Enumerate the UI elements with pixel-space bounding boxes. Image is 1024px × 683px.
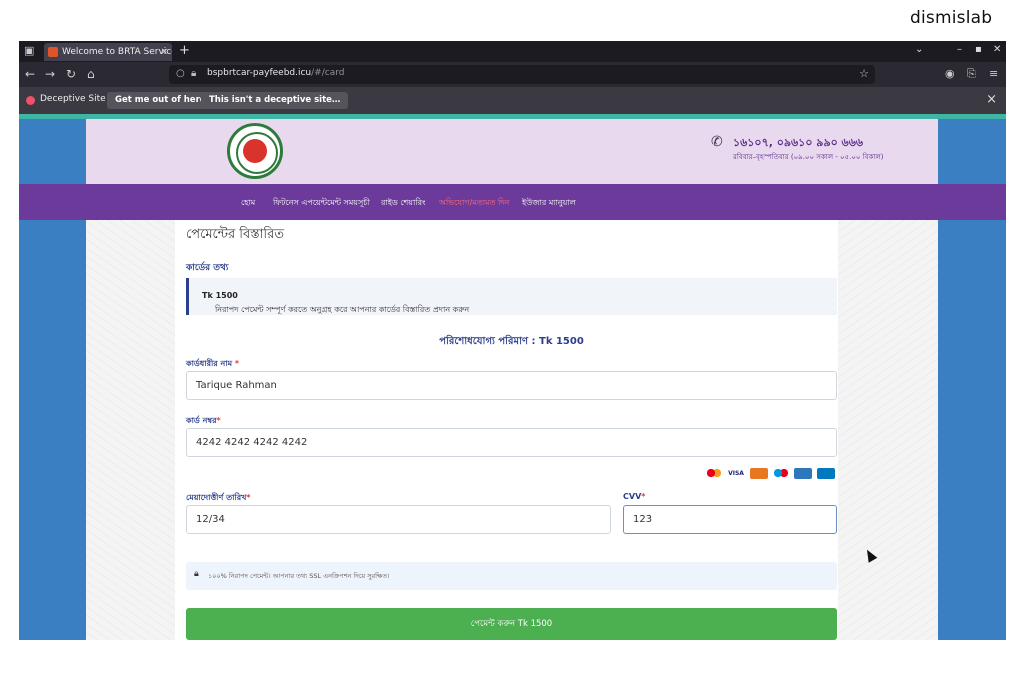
payable-amount: পরিশোধযোগ্য পরিমাণ : Tk 1500 [439, 336, 584, 347]
url-text: bspbrtcar-payfeebd.icu/#/card [207, 68, 345, 78]
close-window-icon[interactable]: ✕ [993, 44, 1001, 55]
card-number-input[interactable]: 4242 4242 4242 4242 [186, 428, 837, 457]
pay-button[interactable]: পেমেন্ট করুন Tk 1500 [186, 608, 837, 640]
back-icon[interactable]: ← [25, 67, 35, 81]
secure-payment-notice: 🔒︎ ১০০% নিরাপদ পেমেন্ট। আপনার তথ্য SSL এ… [186, 562, 837, 590]
card-number-label: কার্ড নম্বর* [186, 416, 221, 425]
maximize-icon[interactable]: ▪ [975, 44, 982, 55]
warning-icon [26, 96, 35, 105]
cvv-label: CVV* [623, 492, 646, 501]
phone-icon: ✆ [711, 134, 723, 150]
hotline-hours: রবিবার–বৃহস্পতিবার (০৯.০০ সকাল - ০৫.০০ ব… [733, 153, 884, 161]
mastercard-icon [706, 468, 722, 479]
secure-text: ১০০% নিরাপদ পেমেন্ট। আপনার তথ্য SSL এনক্… [208, 572, 390, 580]
reload-icon[interactable]: ↻ [66, 67, 76, 81]
payment-panel: পেমেন্টের বিস্তারিত কার্ডের তথ্য নিরাপদ … [175, 220, 838, 640]
minimize-icon[interactable]: – [957, 44, 962, 55]
expiry-date-input[interactable]: 12/34 [186, 505, 611, 534]
cvv-input[interactable]: 123 [623, 505, 837, 534]
web-page: ✆ ১৬১০৭, ০৯৬১০ ৯৯০ ৬৬৬ রবিবার–বৃহস্পতিবা… [19, 114, 1006, 640]
tab-close-icon[interactable]: × [160, 43, 168, 61]
menu-item-fitness-appointment[interactable]: ফিটনেস এপয়েন্টমেন্ট সময়সূচী [273, 197, 370, 210]
page-title: পেমেন্টের বিস্তারিত [186, 227, 284, 242]
lock-icon: 🔒︎ [194, 569, 199, 579]
menu-item-user-manual[interactable]: ইউজার ম্যানুয়াল [522, 197, 576, 210]
warning-close-icon[interactable]: × [986, 92, 997, 107]
diners-icon [817, 468, 835, 479]
app-menu-icon[interactable]: ≡ [989, 67, 998, 80]
alert-text: নিরাপদ পেমেন্ট সম্পূর্ণ করতে অনুগ্রহ করে… [202, 291, 470, 314]
visa-icon: VISA [728, 470, 744, 477]
forward-icon[interactable]: → [45, 67, 55, 81]
browser-tab[interactable]: Welcome to BRTA Service × [44, 43, 172, 61]
not-deceptive-button[interactable]: This isn't a deceptive site… [201, 92, 349, 109]
menu-item-complaint[interactable]: অভিযোগ/মতামত দিন [439, 197, 509, 210]
cardholder-name-input[interactable]: Tarique Rahman [186, 371, 837, 400]
main-menu: হোম ফিটনেস এপয়েন্টমেন্ট সময়সূচী রাইড শ… [19, 184, 1006, 220]
info-alert: নিরাপদ পেমেন্ট সম্পূর্ণ করতে অনুগ্রহ করে… [186, 278, 837, 315]
menu-item-ride-sharing[interactable]: রাইড শেয়ারিং [381, 197, 425, 210]
cardholder-label: কার্ডধারীর নাম * [186, 359, 240, 368]
amex-icon [794, 468, 812, 479]
site-header: ✆ ১৬১০৭, ০৯৬১০ ৯৯০ ৬৬৬ রবিবার–বৃহস্পতিবা… [86, 119, 938, 184]
extensions-icon[interactable]: ⎘ [967, 67, 976, 81]
home-icon[interactable]: ⌂ [87, 67, 95, 81]
warning-text: Deceptive Site! [40, 94, 110, 104]
account-icon[interactable]: ◉ [945, 67, 955, 80]
menu-item-home[interactable]: হোম [241, 197, 255, 210]
browser-screenshot: ▣ Welcome to BRTA Service × + ⌄ – ▪ ✕ ← … [19, 41, 1006, 640]
dismislab-watermark: dismislab [910, 8, 993, 28]
tracking-shield-icon[interactable]: ○ [176, 68, 185, 79]
maestro-icon [773, 468, 789, 479]
tab-title: Welcome to BRTA Service [62, 47, 172, 57]
expiry-label: মেয়াদোত্তীর্ণ তারিখ* [186, 493, 251, 502]
discover-icon [750, 468, 768, 479]
tab-bar: ▣ Welcome to BRTA Service × + ⌄ – ▪ ✕ [19, 41, 1006, 62]
bookmark-star-icon[interactable]: ☆ [859, 67, 869, 80]
address-bar[interactable]: ○ 🔒︎ bspbrtcar-payfeebd.icu/#/card ☆ [169, 65, 875, 84]
site-favicon-icon [48, 47, 58, 57]
brta-logo[interactable] [227, 123, 283, 179]
new-tab-icon[interactable]: + [179, 43, 190, 58]
lock-icon[interactable]: 🔒︎ [191, 68, 196, 79]
window-menu-icon[interactable]: ▣ [24, 45, 36, 57]
section-title: কার্ডের তথ্য [186, 263, 229, 273]
navigation-bar: ← → ↻ ⌂ ○ 🔒︎ bspbrtcar-payfeebd.icu/#/ca… [19, 62, 1006, 87]
deceptive-site-warning-bar: Deceptive Site! Get me out of here! This… [19, 87, 1006, 114]
tab-list-chevron-icon[interactable]: ⌄ [915, 44, 923, 55]
